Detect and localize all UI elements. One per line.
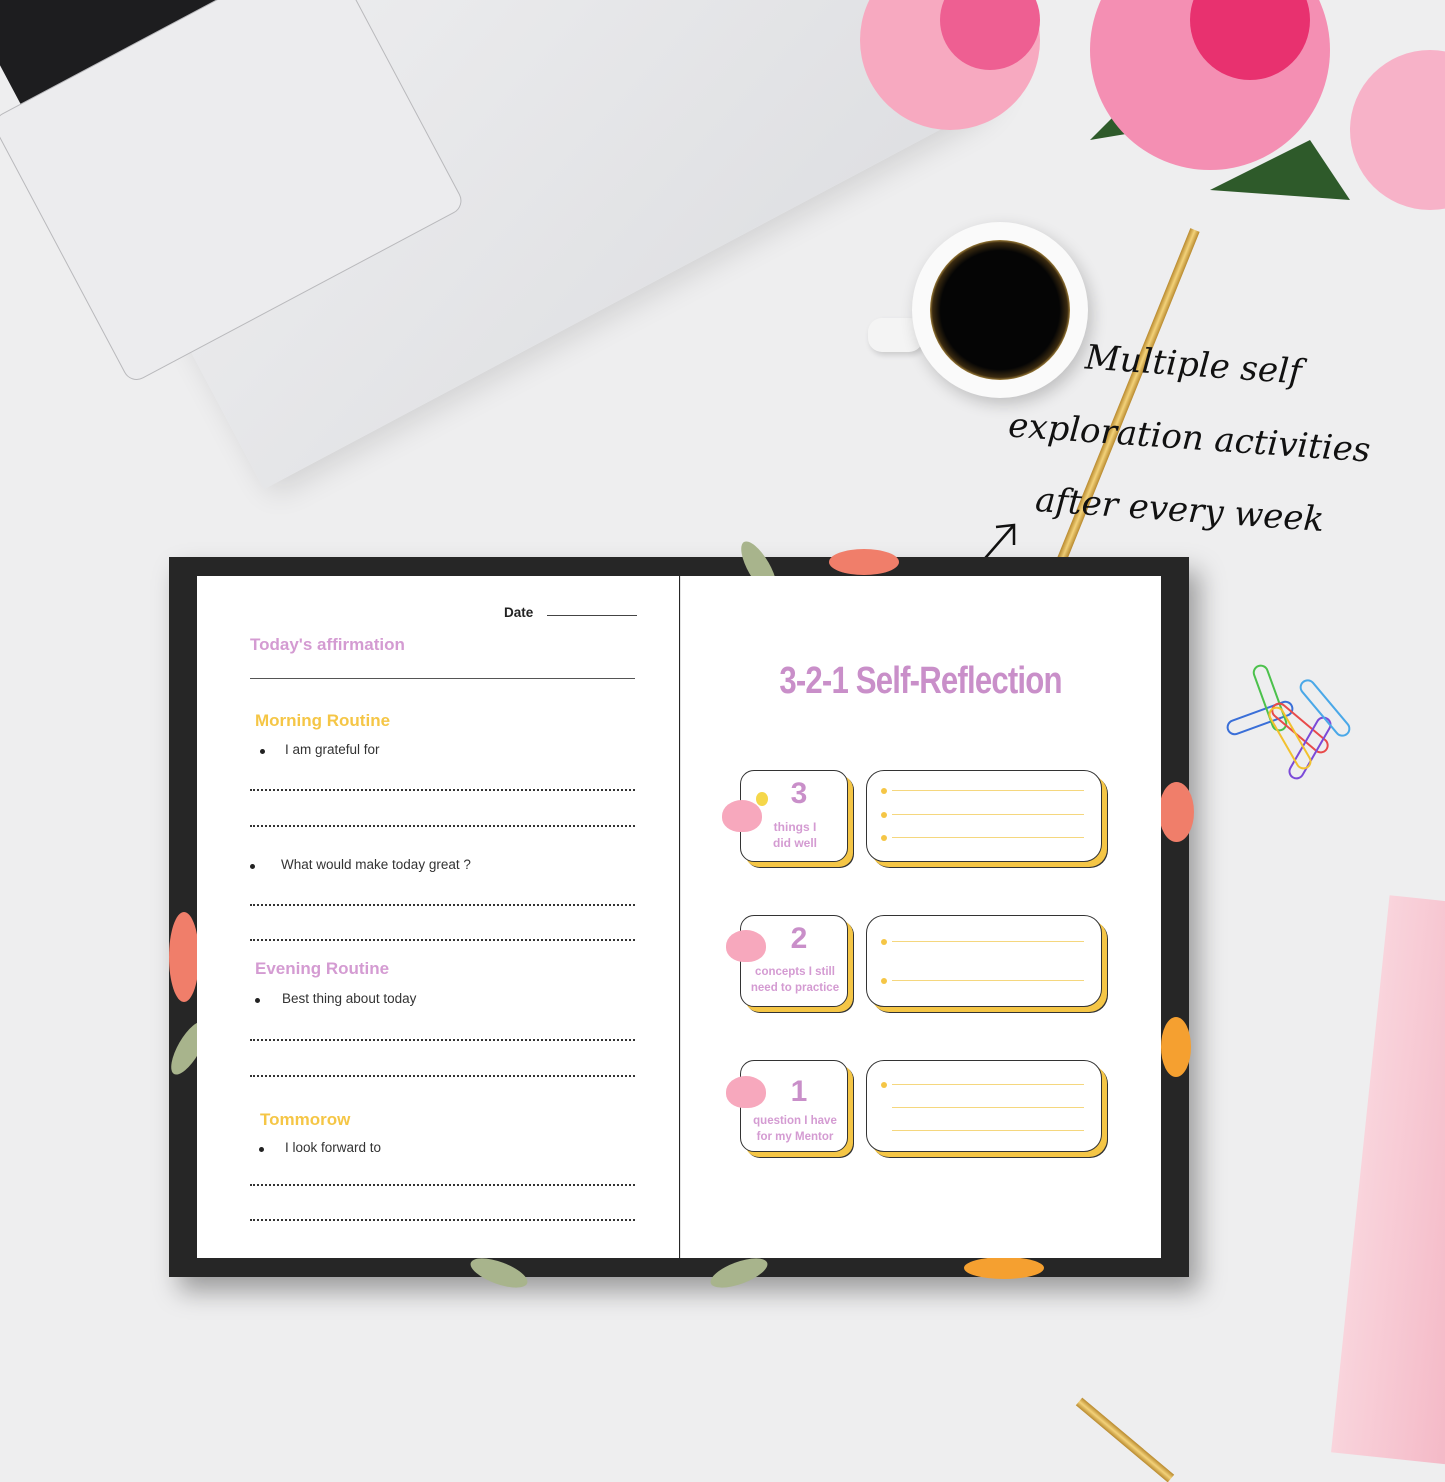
prompt-best-thing: Best thing about today [282,991,417,1006]
prompt-look-forward: I look forward to [285,1140,382,1155]
bullet [259,1147,264,1152]
date-label: Date [504,605,534,620]
date-field[interactable] [547,615,637,616]
gold-pen-bottom [1075,1397,1175,1482]
tomorrow-heading: Tommorow [260,1110,351,1129]
bullet [260,749,265,754]
coffee [930,240,1070,380]
reflection-answer-box[interactable] [866,1060,1102,1152]
annotation-line-2: exploration activities [1007,405,1372,471]
reflection-caption: concepts I still need to practice [750,966,840,994]
reflection-label-card: 2 concepts I still need to practice [740,915,848,1007]
page-title: 3-2-1 Self-Reflection [779,660,1062,702]
affirmation-heading: Today's affirmation [250,635,405,654]
writing-line[interactable] [250,789,635,791]
annotation-line-1: Multiple self [1083,337,1303,393]
lightbulb-icon [756,792,768,806]
morning-routine-heading: Morning Routine [255,711,391,730]
reflection-answer-box[interactable] [866,770,1102,862]
writing-line[interactable] [250,825,635,827]
brain-mascot-icon [726,930,766,962]
bullet [250,864,255,869]
writing-line[interactable] [250,939,635,941]
writing-line[interactable] [250,1184,635,1186]
paper-clips [1215,660,1355,790]
pink-notebook [1331,895,1445,1465]
brain-mascot-icon [726,1076,766,1108]
prompt-today-great: What would make today great ? [281,857,471,872]
prompt-grateful: I am grateful for [285,742,380,757]
writing-line[interactable] [250,1219,635,1221]
brain-mascot-icon [722,800,762,832]
bullet [255,998,260,1003]
reflection-caption: question I have for my Mentor [753,1115,837,1143]
writing-line[interactable] [250,904,635,906]
peony-flowers [860,0,1445,210]
evening-routine-heading: Evening Routine [255,959,390,978]
writing-line[interactable] [250,1039,635,1041]
reflection-answer-box[interactable] [866,915,1102,1007]
writing-line[interactable] [250,1075,635,1077]
affirmation-line[interactable] [250,678,635,679]
